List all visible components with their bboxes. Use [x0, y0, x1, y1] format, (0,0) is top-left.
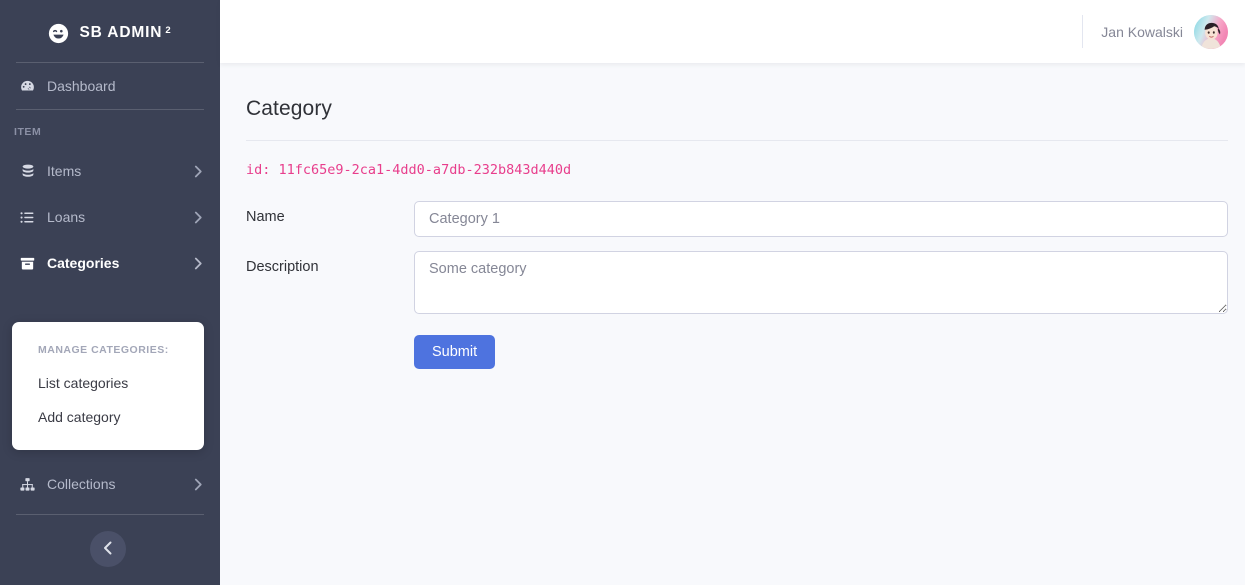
submenu-item-add-category[interactable]: Add category — [12, 400, 204, 434]
brand-logo[interactable]: SB ADMIN 2 — [0, 0, 220, 62]
main-panel: Category id: 11fc65e9-2ca1-4dd0-a7db-232… — [220, 63, 1245, 585]
app-root: SB ADMIN 2 Dashboard ITEM Items Loans Ca… — [0, 0, 1245, 585]
user-name-label: Jan Kowalski — [1101, 23, 1183, 40]
categories-submenu: MANAGE CATEGORIES: List categories Add c… — [12, 322, 204, 450]
brand-name: SB ADMIN — [79, 24, 163, 41]
sidebar-item-categories[interactable]: Categories — [0, 240, 220, 286]
sidebar-item-label: Loans — [47, 209, 86, 225]
submenu-title: MANAGE CATEGORIES: — [38, 344, 169, 356]
sidebar: SB ADMIN 2 Dashboard ITEM Items Loans Ca… — [0, 0, 220, 585]
chevron-right-icon — [194, 165, 204, 178]
chevron-right-icon — [194, 257, 204, 270]
page-title: Category — [246, 97, 333, 120]
sidebar-toggle-button[interactable] — [90, 531, 126, 567]
sidebar-item-label: Dashboard — [47, 78, 116, 94]
sidebar-item-collections[interactable]: Collections — [0, 461, 220, 507]
sidebar-item-label: Categories — [47, 255, 120, 271]
sidebar-item-items[interactable]: Items — [0, 148, 220, 194]
sidebar-item-dashboard[interactable]: Dashboard — [0, 63, 220, 109]
sidebar-item-loans[interactable]: Loans — [0, 194, 220, 240]
name-field-wrap — [414, 201, 1228, 237]
sidebar-divider-bottom — [16, 514, 204, 515]
avatar-image — [1194, 14, 1228, 49]
database-icon — [18, 162, 37, 181]
description-textarea[interactable] — [414, 251, 1228, 314]
name-input[interactable] — [414, 201, 1228, 237]
chevron-right-icon — [194, 478, 204, 491]
title-divider — [246, 140, 1228, 141]
form-row-name: Name — [246, 201, 1228, 237]
sidebar-item-label: Items — [47, 163, 82, 179]
sidebar-item-label: Collections — [47, 476, 116, 492]
submit-button[interactable]: Submit — [414, 335, 496, 369]
chevron-left-icon — [103, 541, 113, 558]
archive-box-icon — [18, 254, 37, 273]
sidebar-heading-item: ITEM — [14, 126, 42, 138]
content-area: Jan Kowalski Category id: 11fc65e9-2ca1-… — [220, 0, 1245, 585]
description-field-wrap — [414, 251, 1228, 319]
avatar[interactable] — [1194, 14, 1228, 49]
brand-title: SB ADMIN 2 — [79, 24, 171, 42]
form-row-description: Description — [246, 251, 1228, 319]
record-id-text: id: 11fc65e9-2ca1-4dd0-a7db-232b843d440d — [246, 162, 572, 178]
chevron-right-icon — [194, 211, 204, 224]
topbar-divider — [1082, 15, 1084, 48]
submenu-item-list-categories[interactable]: List categories — [12, 366, 204, 400]
sitemap-icon — [18, 475, 37, 494]
description-label: Description — [246, 259, 319, 275]
user-menu[interactable]: Jan Kowalski — [1101, 14, 1228, 49]
tachometer-icon — [18, 77, 37, 96]
topbar: Jan Kowalski — [220, 0, 1245, 63]
category-form: Name Description Submit — [246, 201, 1228, 369]
brand-superscript: 2 — [165, 25, 172, 36]
smiley-wink-icon — [48, 23, 69, 44]
name-label: Name — [246, 209, 285, 225]
list-icon — [18, 208, 37, 227]
actions-spacer — [246, 335, 414, 369]
form-actions: Submit — [246, 335, 1228, 369]
